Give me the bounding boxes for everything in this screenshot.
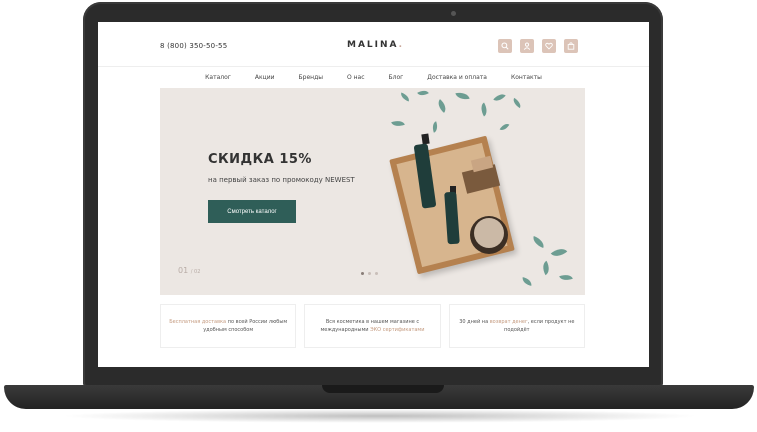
nav-item-brands[interactable]: Бренды (287, 70, 335, 86)
nav-item-sales[interactable]: Акции (243, 70, 287, 86)
slide-current: 01 (178, 266, 189, 275)
phone-number[interactable]: 8 (800) 350-50-55 (160, 42, 227, 50)
slider-dots (361, 272, 378, 275)
camera-icon (451, 11, 456, 16)
header-divider (98, 66, 649, 67)
nav-item-contacts[interactable]: Контакты (499, 70, 554, 86)
site-header: 8 (800) 350-50-55 MALINA. (98, 22, 649, 68)
feature-text: 30 дней на (459, 319, 490, 325)
hero-banner[interactable]: СКИДКА 15% на первый заказ по промокоду … (160, 88, 585, 295)
slide-total: / 02 (190, 269, 201, 275)
user-icon[interactable] (520, 39, 534, 53)
feature-eco-certified: Вся косметика в нашем магазине с междуна… (304, 304, 441, 348)
logo-text: MALINA (347, 40, 399, 50)
feature-money-back: 30 дней на возврат денег, если продукт н… (448, 304, 585, 348)
feature-accent: ЭКО сертификатами (370, 327, 425, 333)
heart-icon[interactable] (542, 39, 556, 53)
view-catalog-button[interactable]: Смотреть каталог (208, 200, 296, 223)
laptop-base (4, 385, 754, 409)
slider-dot[interactable] (368, 272, 371, 275)
screen: 8 (800) 350-50-55 MALINA. Каталог Акции … (98, 22, 649, 367)
features-row: Бесплатная доставка по всей России любым… (160, 304, 585, 348)
main-nav: Каталог Акции Бренды О нас Блог Доставка… (98, 70, 649, 86)
search-icon[interactable] (498, 39, 512, 53)
feature-accent: возврат денег (489, 319, 528, 325)
nav-item-blog[interactable]: Блог (377, 70, 416, 86)
nav-item-about[interactable]: О нас (335, 70, 377, 86)
hero-subtitle: на первый заказ по промокоду NEWEST (208, 176, 355, 184)
feature-free-delivery: Бесплатная доставка по всей России любым… (160, 304, 297, 348)
hero-title: СКИДКА 15% (208, 152, 312, 167)
logo[interactable]: MALINA. (347, 40, 404, 50)
cart-icon[interactable] (564, 39, 578, 53)
slider-dot[interactable] (361, 272, 364, 275)
slide-counter: 01 / 02 (178, 266, 200, 275)
nav-item-catalog[interactable]: Каталог (193, 70, 243, 86)
slider-dot[interactable] (375, 272, 378, 275)
laptop-shadow (60, 409, 700, 423)
nav-item-delivery[interactable]: Доставка и оплата (415, 70, 499, 86)
feature-accent: Бесплатная доставка (169, 319, 227, 325)
header-icons (498, 39, 578, 53)
logo-dot: . (398, 40, 405, 50)
laptop-notch (322, 385, 444, 393)
